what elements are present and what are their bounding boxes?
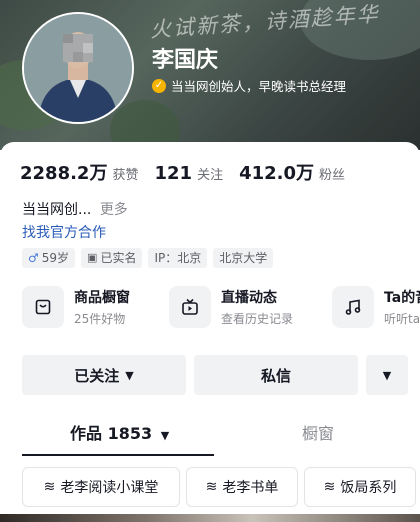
bio: 当当网创... 更多: [22, 199, 128, 219]
caret-down-icon: ▼: [382, 368, 392, 382]
cooperation-link[interactable]: 找我官方合作: [22, 222, 106, 242]
tags-row: ♂ 59岁 ▣ 已实名 IP：北京 北京大学: [22, 248, 274, 268]
followed-button[interactable]: 已关注 ▼: [22, 355, 186, 395]
layers-icon: ≋: [43, 479, 56, 495]
stats-row: 2288.2万 获赞 121 关注 412.0万 粉丝: [20, 159, 361, 185]
shopping-bag-icon: [22, 286, 64, 328]
feature-showcase-title: 商品橱窗: [74, 290, 130, 306]
bio-more-link[interactable]: 更多: [100, 202, 128, 218]
verification-text: 当当网创始人，早晚读书总经理: [171, 79, 347, 94]
followed-button-label: 已关注: [74, 366, 120, 385]
avatar-photo: [24, 14, 132, 122]
verification-row: ✓ 当当网创始人，早晚读书总经理: [152, 76, 346, 95]
profile-name: 李国庆: [152, 48, 219, 73]
message-button-label: 私信: [260, 366, 291, 385]
collection-label: 老李书单: [222, 480, 279, 496]
followers-count[interactable]: 412.0万: [239, 159, 314, 185]
avatar[interactable]: [22, 12, 134, 124]
feature-live[interactable]: 直播动态 查看历史记录: [169, 286, 293, 328]
following-count[interactable]: 121: [154, 163, 192, 184]
feature-showcase-subtitle: 25件好物: [74, 312, 126, 326]
male-gender-icon: ♂: [28, 251, 39, 265]
profile-card: 2288.2万 获赞 121 关注 412.0万 粉丝 当当网创... 更多 找…: [0, 142, 420, 522]
feature-live-title: 直播动态: [221, 290, 277, 306]
caret-down-icon: ▼: [125, 368, 134, 382]
feature-music[interactable]: Ta的音乐 听听ta的音乐: [332, 286, 420, 328]
active-tab-indicator: [22, 454, 214, 456]
collection-label: 老李阅读小课堂: [60, 480, 159, 496]
tab-works-label: 作品 1853: [70, 424, 153, 443]
collection-chip[interactable]: ≋ 老李书单: [186, 467, 298, 507]
tab-works[interactable]: 作品 1853 ▼: [70, 412, 169, 456]
following-label[interactable]: 关注: [197, 164, 223, 183]
video-thumbnail-strip[interactable]: [0, 514, 420, 522]
age-text: 59岁: [41, 251, 70, 265]
ip-tag: IP：北京: [148, 248, 208, 268]
feature-showcase[interactable]: 商品橱窗 25件好物: [22, 286, 130, 328]
music-note-icon: [332, 286, 374, 328]
layers-icon: ≋: [205, 479, 218, 495]
followers-label[interactable]: 粉丝: [319, 164, 345, 183]
feature-live-subtitle: 查看历史记录: [221, 312, 294, 326]
school-tag[interactable]: 北京大学: [213, 248, 274, 268]
verified-badge-icon: ✓: [152, 78, 166, 93]
content-tabs: 作品 1853 ▼ 橱窗: [0, 412, 420, 456]
likes-label: 获赞: [112, 168, 139, 183]
likes-count: 2288.2万: [20, 163, 108, 184]
layers-icon: ≋: [323, 479, 336, 495]
age-tag: ♂ 59岁: [22, 248, 76, 268]
collection-chip[interactable]: ≋ 饭局系列: [304, 467, 416, 507]
more-options-button[interactable]: ▼: [366, 355, 408, 395]
message-button[interactable]: 私信: [194, 355, 358, 395]
collection-label: 饭局系列: [340, 480, 397, 496]
id-card-icon: ▣: [87, 251, 98, 264]
feature-music-subtitle: 听听ta的音乐: [384, 312, 420, 326]
collection-chip[interactable]: ≋ 老李阅读小课堂: [22, 467, 180, 507]
realname-tag: ▣ 已实名: [81, 248, 143, 268]
bio-text: 当当网创...: [22, 202, 92, 218]
feature-music-title: Ta的音乐: [384, 290, 420, 306]
tv-icon: [169, 286, 211, 328]
caret-down-icon: ▼: [160, 429, 170, 442]
features-row: 商品橱窗 25件好物 直播动态 查看历史记录 Ta的音乐 听听ta的音乐: [22, 286, 420, 336]
tab-showcase[interactable]: 橱窗: [302, 412, 334, 456]
realname-text: 已实名: [100, 251, 137, 265]
